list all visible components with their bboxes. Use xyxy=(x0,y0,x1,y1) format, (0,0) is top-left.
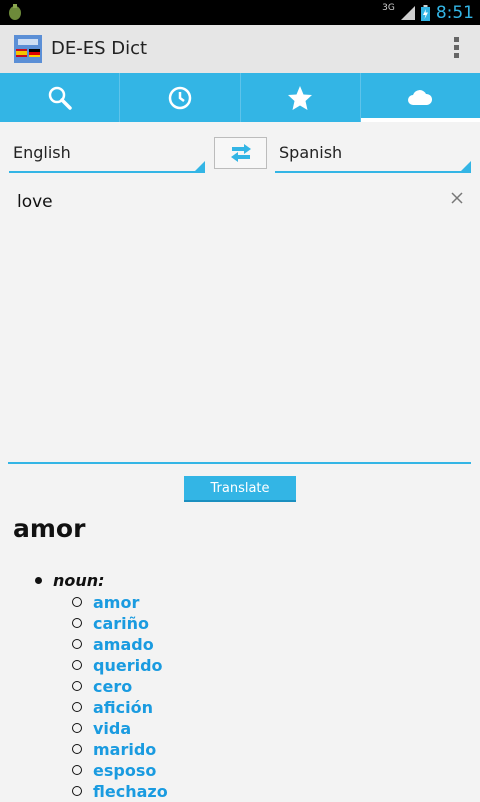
tab-bar xyxy=(0,73,480,122)
list-item: marido xyxy=(72,739,168,760)
translation-link[interactable]: amado xyxy=(93,635,154,654)
target-language-select[interactable]: Spanish xyxy=(275,137,471,173)
app-title: DE-ES Dict xyxy=(51,38,148,59)
star-icon xyxy=(288,85,313,110)
translation-list: amor cariño amado querido cero afición v… xyxy=(72,592,168,802)
signal-icon xyxy=(400,5,415,20)
clock-time: 8:51 xyxy=(435,2,474,23)
translation-link[interactable]: amor xyxy=(93,593,139,612)
part-of-speech-label: noun: xyxy=(53,571,105,590)
translation-input[interactable]: love xyxy=(8,184,471,464)
tab-favorites[interactable] xyxy=(241,73,361,122)
bullet-icon xyxy=(35,577,42,584)
source-language-label: English xyxy=(13,143,71,162)
dropdown-triangle-icon xyxy=(461,161,471,171)
cloud-icon xyxy=(408,89,433,105)
result-headword: amor xyxy=(13,514,86,543)
tab-history[interactable] xyxy=(120,73,241,122)
translation-link[interactable]: cero xyxy=(93,677,132,696)
input-text: love xyxy=(17,192,53,212)
list-item: amado xyxy=(72,634,168,655)
translation-link[interactable]: vida xyxy=(93,719,131,738)
tab-search[interactable] xyxy=(0,73,121,122)
target-language-label: Spanish xyxy=(279,143,343,162)
action-bar: DE-ES Dict xyxy=(0,25,480,74)
translate-button[interactable]: Translate xyxy=(184,476,296,502)
clear-icon[interactable] xyxy=(449,190,465,206)
list-item: querido xyxy=(72,655,168,676)
android-debug-icon xyxy=(9,4,21,20)
network-type: 3G xyxy=(382,2,395,13)
translation-link[interactable]: cariño xyxy=(93,614,149,633)
list-item: flechazo xyxy=(72,781,168,802)
translation-link[interactable]: afición xyxy=(93,698,153,717)
history-clock-icon xyxy=(168,86,192,109)
overflow-menu-icon[interactable] xyxy=(452,37,460,61)
list-item: amor xyxy=(72,592,168,613)
list-item: vida xyxy=(72,718,168,739)
swap-languages-button[interactable] xyxy=(214,137,267,169)
swap-arrows-icon xyxy=(230,144,251,162)
source-language-select[interactable]: English xyxy=(9,137,205,173)
search-icon xyxy=(48,86,72,110)
translation-link[interactable]: esposo xyxy=(93,761,156,780)
translation-link[interactable]: flechazo xyxy=(93,782,168,801)
list-item: esposo xyxy=(72,760,168,781)
app-flags-icon xyxy=(14,35,42,63)
tab-online[interactable] xyxy=(360,73,480,122)
dropdown-triangle-icon xyxy=(195,161,205,171)
battery-icon xyxy=(420,4,430,21)
translation-link[interactable]: marido xyxy=(93,740,156,759)
list-item: afición xyxy=(72,697,168,718)
translation-link[interactable]: querido xyxy=(93,656,163,675)
list-item: cariño xyxy=(72,613,168,634)
list-item: cero xyxy=(72,676,168,697)
status-bar: 3G 8:51 xyxy=(0,0,480,25)
